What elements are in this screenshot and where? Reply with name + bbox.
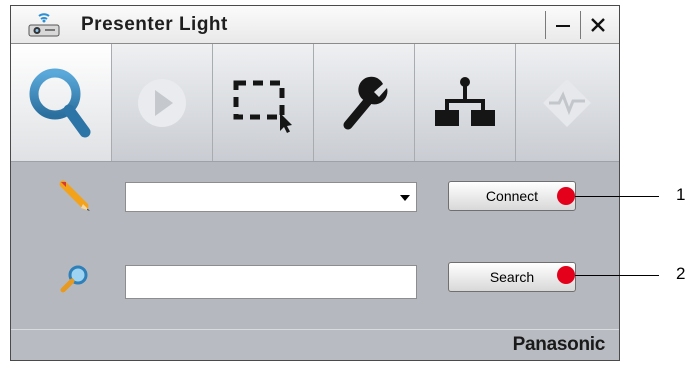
search-icon: [29, 68, 91, 137]
title-bar[interactable]: Presenter Light: [11, 6, 619, 44]
toolbar-search-button[interactable]: [11, 44, 112, 161]
toolbar-region-select-button[interactable]: [213, 44, 314, 161]
toolbar-play-button[interactable]: [112, 44, 213, 161]
region-select-icon: [233, 80, 292, 133]
panasonic-logo: Panasonic: [512, 334, 606, 355]
callout-marker-1: [557, 187, 575, 205]
callout-leader-1: [575, 196, 659, 197]
chevron-down-icon[interactable]: [400, 195, 410, 201]
window-title: Presenter Light: [81, 14, 228, 35]
network-icon: [435, 76, 495, 126]
callout-leader-2: [575, 275, 659, 276]
projector-address-combo[interactable]: [125, 182, 417, 212]
toolbar-network-button[interactable]: [415, 44, 516, 161]
minimize-button[interactable]: [545, 11, 580, 39]
minimize-icon: [556, 25, 570, 27]
connection-panel: Connect Search: [11, 162, 619, 329]
wrench-icon: [343, 76, 388, 129]
main-toolbar: [11, 44, 619, 162]
toolbar-signal-button[interactable]: [516, 44, 617, 161]
close-icon: [591, 18, 605, 32]
projector-wifi-icon: [28, 13, 60, 37]
callout-marker-2: [557, 266, 575, 284]
search-input[interactable]: [125, 265, 417, 299]
toolbar-settings-button[interactable]: [314, 44, 415, 161]
close-button[interactable]: [580, 11, 615, 39]
presenter-light-window: Presenter Light Connect Search Panasonic: [10, 5, 620, 361]
pencil-icon: [59, 180, 90, 211]
magnifier-icon: [60, 265, 88, 293]
callout-number-1: 1: [676, 185, 686, 204]
play-icon: [138, 78, 186, 127]
signal-diamond-icon: [542, 78, 591, 127]
callout-number-2: 2: [676, 264, 686, 283]
footer-bar: Panasonic: [11, 329, 619, 360]
